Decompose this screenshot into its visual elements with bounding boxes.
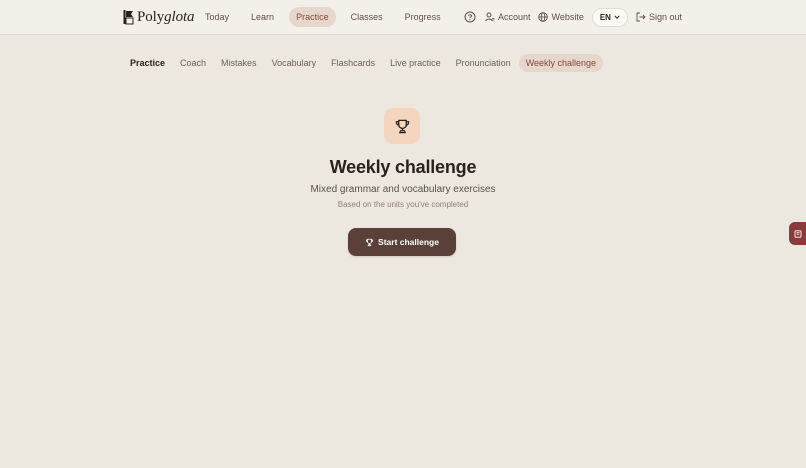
trophy-icon bbox=[365, 238, 374, 246]
challenge-icon-tile bbox=[384, 108, 420, 144]
page-title: Weekly challenge bbox=[329, 157, 477, 177]
brand-name: Polyglota bbox=[137, 8, 195, 25]
language-select[interactable]: EN bbox=[591, 7, 628, 27]
signout-link[interactable]: Sign out bbox=[636, 12, 682, 22]
trophy-icon bbox=[395, 119, 409, 133]
help-button[interactable] bbox=[463, 10, 477, 24]
website-label: Website bbox=[551, 12, 584, 22]
start-challenge-button[interactable]: Start challenge bbox=[348, 228, 456, 256]
page-subtitle: Mixed grammar and vocabulary exercises bbox=[310, 184, 496, 195]
side-notebook-tab[interactable] bbox=[789, 222, 806, 245]
subnav-flashcards[interactable]: Flashcards bbox=[324, 54, 382, 72]
subnav-coach[interactable]: Coach bbox=[173, 54, 213, 72]
user-icon bbox=[485, 12, 495, 22]
nav-progress[interactable]: Progress bbox=[398, 7, 448, 27]
subnav-weekly-challenge[interactable]: Weekly challenge bbox=[518, 54, 604, 72]
nav-classes[interactable]: Classes bbox=[344, 7, 390, 27]
globe-icon bbox=[538, 12, 549, 22]
signout-label: Sign out bbox=[648, 12, 682, 22]
header-tools: Account Website EN Sign out bbox=[463, 7, 682, 27]
nav-practice[interactable]: Practice bbox=[289, 7, 336, 27]
top-bar: Polyglota Today Learn Practice Classes P… bbox=[0, 0, 806, 35]
language-value: EN bbox=[599, 12, 611, 22]
main-nav: Today Learn Practice Classes Progress bbox=[198, 7, 448, 27]
notebook-icon bbox=[794, 229, 801, 238]
subnav-practice[interactable]: Practice bbox=[123, 54, 172, 72]
book-flag-icon bbox=[123, 10, 134, 25]
start-challenge-label: Start challenge bbox=[378, 237, 439, 247]
account-link[interactable]: Account bbox=[485, 12, 531, 22]
page-caption: Based on the units you've completed bbox=[337, 200, 469, 209]
practice-subnav: Practice Coach Mistakes Vocabulary Flash… bbox=[123, 54, 604, 72]
brand-logo[interactable]: Polyglota bbox=[123, 7, 195, 27]
website-link[interactable]: Website bbox=[538, 12, 584, 22]
account-label: Account bbox=[497, 12, 531, 22]
chevron-down-icon bbox=[614, 15, 620, 19]
nav-learn[interactable]: Learn bbox=[244, 7, 281, 27]
nav-today[interactable]: Today bbox=[198, 7, 236, 27]
subnav-pronunciation[interactable]: Pronunciation bbox=[449, 54, 518, 72]
subnav-mistakes[interactable]: Mistakes bbox=[214, 54, 264, 72]
subnav-vocabulary[interactable]: Vocabulary bbox=[265, 54, 324, 72]
subnav-live-practice[interactable]: Live practice bbox=[383, 54, 448, 72]
help-circle-icon bbox=[464, 11, 476, 23]
log-out-icon bbox=[636, 12, 646, 22]
